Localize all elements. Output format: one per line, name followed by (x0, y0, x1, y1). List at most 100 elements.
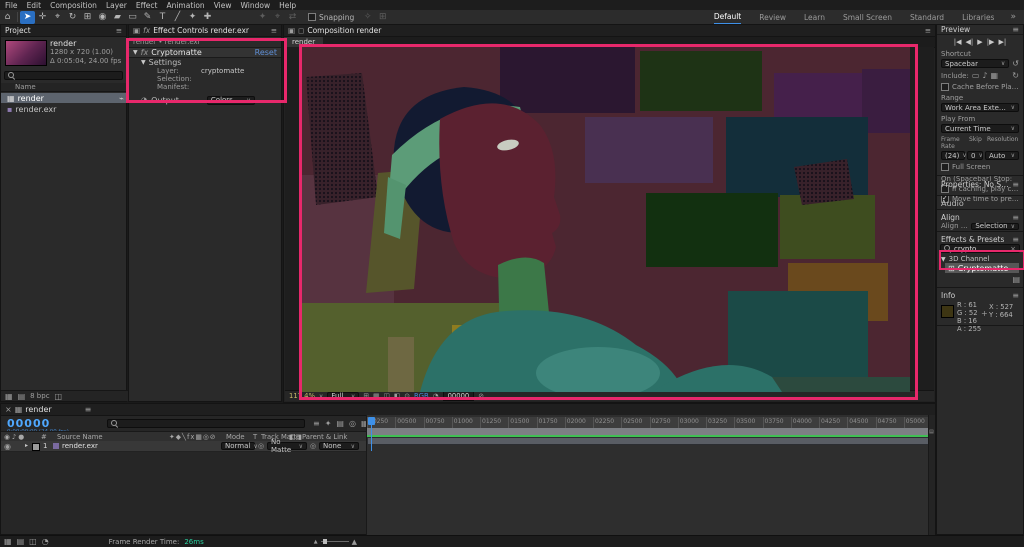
motion-blur-icon[interactable]: ◎ (349, 419, 356, 428)
align-layers-to-dropdown[interactable]: Selection ∨ (971, 222, 1019, 230)
effects-search-input[interactable] (954, 244, 1008, 253)
parent-dropdown[interactable]: None ∨ (319, 442, 359, 450)
transparency-grid-icon[interactable]: ◧ (394, 392, 400, 400)
settings-group-label[interactable]: Settings (149, 58, 182, 67)
comp-marker-icon[interactable]: ▤ (929, 429, 934, 435)
align-header[interactable]: Align (941, 213, 960, 222)
preserve-transparency-column[interactable]: T (253, 433, 257, 441)
loop-icon[interactable]: ↻ (1012, 71, 1019, 80)
panel-menu-icon[interactable]: ≡ (116, 26, 122, 35)
composition-image[interactable] (302, 47, 910, 392)
layer-twirl-icon[interactable]: ▸ (25, 442, 28, 449)
layer-number-column[interactable]: # (41, 433, 47, 441)
zoom-slider-track[interactable] (320, 539, 349, 544)
orbit-tool-icon[interactable]: ↻ (65, 11, 80, 24)
properties-header[interactable]: Properties: No Selection (941, 180, 1012, 189)
first-frame-button[interactable]: |◀ (954, 38, 962, 46)
next-frame-button[interactable]: |▶ (987, 38, 995, 46)
brush-tool-icon[interactable]: ╱ (170, 11, 185, 24)
selection-tool-icon[interactable]: ➤ (20, 10, 35, 24)
info-header[interactable]: Info (941, 291, 955, 300)
play-button[interactable]: ▶ (977, 38, 982, 46)
magnification-value[interactable]: 117.4% (289, 392, 315, 400)
new-composition-icon[interactable]: ▤ (18, 392, 26, 401)
full-screen-checkbox[interactable] (941, 163, 949, 171)
snap-options-icon[interactable]: ✧ (360, 11, 375, 24)
timeline-search[interactable] (107, 419, 305, 428)
flowchart-icon[interactable]: ⌁ (119, 94, 124, 103)
previous-frame-button[interactable]: ◀| (966, 38, 974, 46)
timeline-zoom-control[interactable]: ▲ ▲ (314, 538, 357, 546)
world-axis-icon[interactable]: ⌖ (270, 11, 285, 24)
effects-presets-header[interactable]: Effects & Presets (941, 235, 1004, 244)
mask-visibility-icon[interactable]: ▦ (373, 392, 379, 400)
track-matte-dropdown[interactable]: No Matte ∨ (267, 438, 307, 454)
audio-header[interactable]: Audio (941, 199, 964, 208)
puppet-tool-icon[interactable]: ✚ (200, 11, 215, 24)
include-overlays-icon[interactable]: ▦ (991, 71, 999, 80)
type-tool-icon[interactable]: T (155, 11, 170, 24)
effects-item-cryptomatte[interactable]: ⊞ Cryptomatte (945, 263, 1019, 273)
reset-exposure-icon[interactable]: ◔ (433, 392, 439, 400)
project-tab[interactable]: Project (5, 26, 31, 35)
close-icon[interactable]: × (5, 405, 12, 414)
parent-pickwhip-icon[interactable]: ◎ (310, 442, 316, 450)
workspace-tab[interactable]: Standard (910, 11, 944, 24)
preview-status-icon[interactable]: ◔ (42, 537, 49, 546)
panel-menu-icon[interactable]: ≡ (1012, 235, 1019, 244)
grid-guides-icon[interactable]: ⊞ (363, 392, 369, 400)
frame-blending-icon[interactable]: ▤ (336, 419, 344, 428)
work-area-bar[interactable] (367, 428, 932, 435)
parent-link-column[interactable]: Parent & Link (302, 433, 347, 441)
panel-menu-icon[interactable]: ≡ (85, 405, 92, 414)
panel-menu-icon[interactable]: ≡ (1012, 213, 1019, 222)
shortcut-dropdown[interactable]: Spacebar ∨ (941, 59, 1010, 68)
zoom-in-mountain-icon[interactable]: ▲ (352, 538, 357, 546)
cache-before-playback-checkbox[interactable] (941, 83, 949, 91)
workspace-tab[interactable]: Libraries (962, 11, 994, 24)
render-queue-icon[interactable]: ▦ (4, 537, 12, 546)
fast-previews-icon[interactable]: ⊘ (478, 392, 484, 400)
layer-duration-bar[interactable] (367, 437, 932, 445)
output-dropdown[interactable]: Colors ∨ (206, 95, 255, 105)
name-column-header[interactable]: Name (1, 83, 126, 92)
twirl-down-icon[interactable]: ▼ (133, 49, 138, 56)
stopwatch-icon[interactable]: ◔ (141, 96, 147, 104)
effect-name[interactable]: Cryptomatte (151, 48, 202, 57)
pen-tool-icon[interactable]: ✎ (140, 11, 155, 24)
play-from-dropdown[interactable]: Current Time ∨ (941, 124, 1019, 133)
menu-item[interactable]: Layer (106, 1, 127, 10)
clone-tool-icon[interactable]: ✦ (185, 11, 200, 24)
panel-menu-icon[interactable]: ≡ (271, 26, 277, 35)
twirl-down-icon[interactable]: ▼ (141, 59, 146, 66)
snapping-checkbox[interactable] (308, 13, 316, 21)
range-dropdown[interactable]: Work Area Extended By Current... ∨ (941, 103, 1019, 112)
menu-item[interactable]: Effect (136, 1, 158, 10)
viewer-tab-render[interactable]: render (284, 37, 324, 47)
layer-name[interactable]: render.exr (62, 442, 98, 450)
flowchart-icon[interactable]: ▤ (17, 537, 25, 546)
timeline-search-input[interactable] (121, 419, 301, 428)
project-row-render[interactable]: ▦ render ⌁ (1, 93, 126, 103)
zoom-tool-icon[interactable]: ⌖ (50, 11, 65, 24)
reset-icon[interactable]: ↺ (1012, 59, 1019, 68)
project-row-render-exr[interactable]: ▪ render.exr (1, 104, 126, 114)
menu-item[interactable]: View (214, 1, 232, 10)
composition-mini-flowchart-icon[interactable]: ≡ (313, 419, 320, 428)
panel-menu-icon[interactable]: ≡ (1012, 180, 1019, 189)
menu-item[interactable]: Composition (50, 1, 97, 10)
workspace-tab[interactable]: Default (713, 10, 742, 24)
region-of-interest-icon[interactable]: ◫ (383, 392, 389, 400)
effects-group-3d-channel[interactable]: 3D Channel (949, 255, 990, 263)
camera-tool-icon[interactable]: ◉ (95, 11, 110, 24)
resolution-preview-dropdown[interactable]: Auto ∨ (985, 151, 1019, 160)
shape-tool-icon[interactable]: ▭ (125, 11, 140, 24)
lock-icon[interactable]: ◻ (298, 26, 304, 35)
reset-link[interactable]: Reset (255, 48, 277, 57)
panel-menu-icon[interactable]: ≡ (925, 26, 931, 35)
project-bit-depth[interactable]: 8 bpc (30, 392, 49, 400)
track-matte-pick-icon[interactable]: ◎ (258, 442, 264, 450)
show-channel-value[interactable]: RGB (414, 392, 429, 400)
view-axis-icon[interactable]: ⇄ (285, 11, 300, 24)
menu-item[interactable]: Help (279, 1, 296, 10)
